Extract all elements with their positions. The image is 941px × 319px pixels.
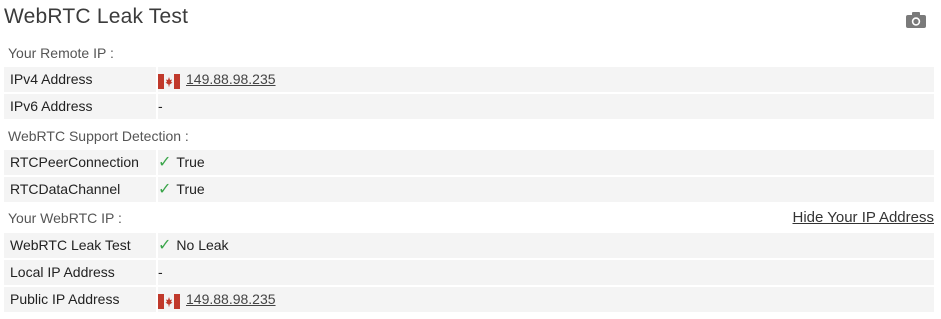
public-ip-key: Public IP Address (4, 287, 158, 312)
webrtc-leak-test-value-cell: ✓ No Leak (158, 233, 229, 258)
webrtc-ip-section-label: Your WebRTC IP : (8, 210, 122, 226)
webrtc-leak-test-value: No Leak (176, 237, 229, 253)
ipv4-value-cell: 149.88.98.235 (158, 67, 276, 92)
rtcpeerconnection-key: RTCPeerConnection (4, 150, 158, 175)
local-ip-value: - (158, 264, 163, 280)
webrtc-leak-test-row: WebRTC Leak Test ✓ No Leak (4, 233, 934, 258)
check-icon: ✓ (158, 154, 172, 171)
webrtc-ip-section: Your WebRTC IP : Hide Your IP Address (0, 205, 934, 231)
ipv4-key: IPv4 Address (4, 67, 158, 92)
webrtc-leak-test-key: WebRTC Leak Test (4, 233, 158, 258)
local-ip-key: Local IP Address (4, 260, 158, 285)
rtcdatachannel-value: True (176, 181, 205, 197)
ipv6-key: IPv6 Address (4, 94, 158, 119)
ipv6-value: - (158, 98, 163, 114)
support-section-label: WebRTC Support Detection : (8, 128, 189, 144)
rtcpeerconnection-value: True (176, 154, 205, 170)
check-icon: ✓ (158, 181, 172, 198)
rtcpeerconnection-value-cell: ✓ True (158, 150, 205, 175)
page-title: WebRTC Leak Test (4, 5, 189, 28)
ipv4-address-link[interactable]: 149.88.98.235 (186, 67, 276, 92)
rtcdatachannel-row: RTCDataChannel ✓ True (4, 177, 934, 202)
camera-icon[interactable] (905, 11, 927, 29)
remote-ip-section: Your Remote IP : (0, 40, 934, 66)
local-ip-row: Local IP Address - (4, 260, 934, 285)
ipv6-row: IPv6 Address - (4, 94, 934, 119)
canada-flag-icon (158, 72, 180, 89)
rtcpeerconnection-row: RTCPeerConnection ✓ True (4, 150, 934, 175)
support-section: WebRTC Support Detection : (0, 123, 934, 149)
public-ip-value-cell: 149.88.98.235 (158, 287, 276, 312)
public-ip-row: Public IP Address 149.88.98.235 (4, 287, 934, 312)
check-icon: ✓ (158, 237, 172, 254)
rtcdatachannel-value-cell: ✓ True (158, 177, 205, 202)
rtcdatachannel-key: RTCDataChannel (4, 177, 158, 202)
canada-flag-icon (158, 292, 180, 309)
hide-ip-link[interactable]: Hide Your IP Address (793, 209, 935, 226)
ipv4-row: IPv4 Address 149.88.98.235 (4, 67, 934, 92)
remote-ip-section-label: Your Remote IP : (8, 45, 114, 61)
public-ip-address-link[interactable]: 149.88.98.235 (186, 287, 276, 312)
